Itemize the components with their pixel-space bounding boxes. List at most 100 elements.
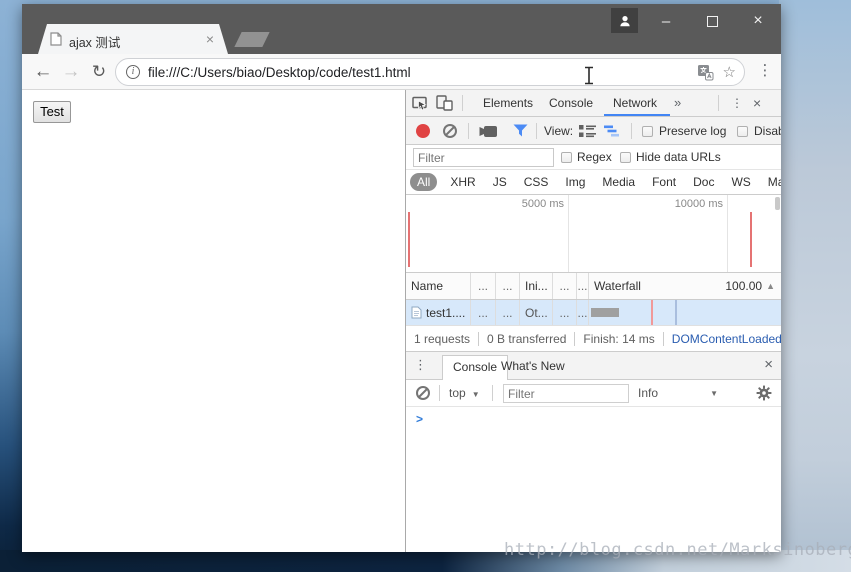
chip-all[interactable]: All	[410, 173, 437, 191]
divider	[718, 95, 719, 111]
request-cell-4[interactable]: ...	[553, 300, 577, 325]
maximize-icon	[707, 16, 718, 27]
chrome-menu-icon[interactable]: ⋮	[755, 61, 775, 79]
tab-elements[interactable]: Elements	[483, 90, 533, 116]
devtools-close-icon[interactable]: ×	[753, 90, 761, 116]
console-filter-input[interactable]	[503, 384, 629, 403]
reload-button[interactable]: ↻	[86, 59, 112, 85]
preserve-log-label[interactable]: Preserve log	[659, 117, 726, 145]
inspect-element-icon[interactable]	[412, 95, 429, 112]
network-toolbar: View: Preserve log Disable cache	[406, 117, 781, 145]
filter-funnel-icon[interactable]	[513, 124, 528, 137]
devtools-menu-icon[interactable]: ⋮	[731, 90, 743, 116]
drawer-menu-icon[interactable]: ⋮	[414, 357, 427, 373]
request-waterfall-cell[interactable]	[589, 300, 781, 325]
tick-10000ms: 10000 ms	[675, 198, 723, 210]
tab-network[interactable]: Network	[613, 90, 657, 116]
chip-doc[interactable]: Doc	[689, 173, 718, 191]
load-event-line-2	[750, 212, 752, 267]
window-maximize-button[interactable]	[700, 10, 724, 32]
address-bar[interactable]: i file:///C:/Users/biao/Desktop/code/tes…	[115, 58, 745, 86]
clear-requests-icon[interactable]	[443, 124, 457, 138]
chip-manifest[interactable]: Manifest	[764, 173, 781, 191]
disable-cache-label[interactable]: Disable cache	[754, 117, 781, 145]
more-tabs-icon[interactable]: »	[674, 90, 681, 116]
summary-domcontentloaded: DOMContentLoaded: ...	[664, 332, 781, 346]
forward-button[interactable]: →	[58, 59, 84, 85]
bookmark-star-icon[interactable]: ☆	[723, 63, 736, 81]
request-cell-2[interactable]: ...	[496, 300, 520, 325]
titlebar: ajax 测试 × – ×	[22, 4, 781, 54]
divider	[631, 123, 632, 139]
request-cell-5[interactable]: ...	[577, 300, 589, 325]
chip-img[interactable]: Img	[561, 173, 589, 191]
chip-ws[interactable]: WS	[727, 173, 754, 191]
drawer-tab-whats-new[interactable]: What's New	[501, 352, 565, 380]
record-button[interactable]	[416, 124, 430, 138]
overview-scrollbar-thumb[interactable]	[775, 197, 780, 210]
regex-label[interactable]: Regex	[577, 145, 612, 170]
translate-icon[interactable]	[697, 64, 714, 81]
column-collapsed-2[interactable]: ...	[496, 273, 520, 299]
gridline-5000ms	[568, 195, 569, 272]
waterfall-load-line	[651, 300, 653, 325]
back-button[interactable]: ←	[30, 59, 56, 85]
drawer-close-icon[interactable]: ×	[764, 356, 773, 373]
chip-font[interactable]: Font	[648, 173, 680, 191]
show-overview-icon[interactable]	[604, 124, 620, 138]
divider	[536, 123, 537, 139]
chip-media[interactable]: Media	[598, 173, 639, 191]
request-name-cell[interactable]: test1....	[406, 300, 471, 325]
summary-requests: 1 requests	[414, 332, 479, 346]
column-name[interactable]: Name	[406, 273, 471, 299]
hide-data-urls-checkbox[interactable]	[620, 152, 631, 163]
request-row[interactable]: test1.... ... ... Ot... ... ...	[406, 300, 781, 326]
hide-data-urls-label[interactable]: Hide data URLs	[636, 145, 721, 170]
column-initiator[interactable]: Ini...	[520, 273, 553, 299]
chip-css[interactable]: CSS	[520, 173, 553, 191]
console-context-select[interactable]: top▼	[449, 380, 480, 408]
console-prompt-chevron[interactable]: >	[416, 412, 423, 426]
chip-js[interactable]: JS	[489, 173, 511, 191]
tab-close-icon[interactable]: ×	[206, 31, 214, 47]
test-button[interactable]: Test	[33, 101, 71, 123]
device-toolbar-icon[interactable]	[436, 95, 453, 111]
page-info-icon[interactable]: i	[126, 65, 140, 79]
column-collapsed-5[interactable]: ...	[577, 273, 589, 299]
sort-ascending-icon: ▲	[766, 281, 775, 291]
screenshot-camera-icon[interactable]	[479, 125, 500, 138]
profile-avatar-button[interactable]	[611, 8, 638, 33]
browser-tab[interactable]: ajax 测试 ×	[38, 24, 228, 54]
tab-console[interactable]: Console	[549, 90, 593, 116]
console-log-area[interactable]: >	[406, 407, 781, 552]
window-close-button[interactable]: ×	[746, 10, 770, 32]
resource-type-chips: All XHR JS CSS Img Media Font Doc WS Man…	[406, 170, 781, 195]
request-cell-1[interactable]: ...	[471, 300, 496, 325]
console-level-select[interactable]: Info▼	[638, 380, 718, 407]
request-initiator[interactable]: Ot...	[520, 300, 553, 325]
new-tab-button[interactable]	[234, 32, 269, 47]
waterfall-dcl-line	[675, 300, 677, 325]
drawer-tabbar: ⋮ Console What's New ×	[406, 352, 781, 380]
disable-cache-checkbox[interactable]	[737, 126, 748, 137]
column-collapsed-4[interactable]: ...	[553, 273, 577, 299]
regex-checkbox[interactable]	[561, 152, 572, 163]
load-event-line	[408, 212, 410, 267]
drawer-tab-console[interactable]: Console	[442, 355, 508, 380]
large-rows-icon[interactable]	[579, 124, 596, 138]
page-favicon-icon	[50, 32, 62, 46]
column-waterfall[interactable]: Waterfall 100.00 ▲	[589, 273, 781, 299]
clear-console-icon[interactable]	[416, 386, 430, 400]
chip-xhr[interactable]: XHR	[446, 173, 479, 191]
network-overview[interactable]: 5000 ms 10000 ms	[406, 195, 781, 273]
column-collapsed-1[interactable]: ...	[471, 273, 496, 299]
summary-finish: Finish: 14 ms	[575, 332, 663, 346]
dropdown-arrow-icon: ▼	[472, 390, 480, 399]
console-settings-gear-icon[interactable]	[756, 385, 772, 401]
url-text[interactable]: file:///C:/Users/biao/Desktop/code/test1…	[148, 65, 411, 80]
network-summary-bar: 1 requests 0 B transferred Finish: 14 ms…	[406, 326, 781, 352]
preserve-log-checkbox[interactable]	[642, 126, 653, 137]
view-label: View:	[544, 117, 573, 145]
window-minimize-button[interactable]: –	[654, 10, 678, 32]
network-filter-input[interactable]	[413, 148, 554, 167]
